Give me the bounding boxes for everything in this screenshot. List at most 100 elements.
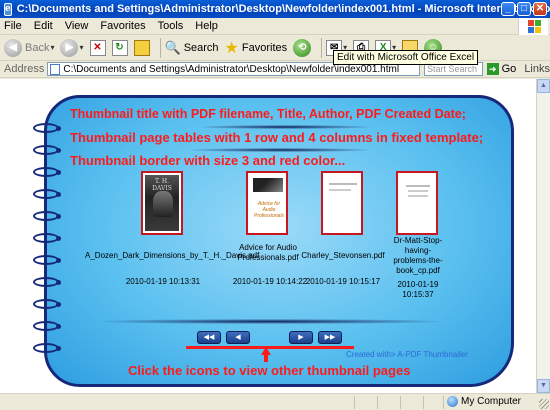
annotation-title: Thumbnail title with PDF filename, Title… — [70, 107, 466, 121]
cover-line — [406, 185, 430, 187]
annotation-border: Thumbnail border with size 3 and red col… — [70, 153, 346, 168]
thumbnail-1-cover-text: T. H. DAVIS — [152, 178, 172, 192]
address-label: Address — [4, 63, 45, 75]
thumbnail-1-filename[interactable]: A_Dozen_Dark_Dimensions_by_T._H._Davis.p… — [85, 251, 259, 261]
status-divider — [354, 396, 355, 409]
scroll-down-icon[interactable]: ▼ — [537, 379, 550, 393]
forward-dropdown-icon[interactable]: ▾ — [79, 43, 83, 52]
thumbnail-3[interactable] — [321, 171, 363, 235]
cover-line — [329, 183, 357, 185]
annotation-tables: Thumbnail page tables with 1 row and 4 c… — [70, 130, 484, 145]
thumbnail-3-filename[interactable]: Charley_Stevonsen.pdf — [300, 251, 386, 261]
toolbar-separator — [159, 37, 161, 58]
maximize-button[interactable]: □ — [517, 2, 531, 16]
forward-button[interactable]: ▶ ▾ — [60, 38, 84, 57]
cover-figure — [153, 191, 173, 217]
cover-line — [408, 190, 428, 192]
refresh-icon: ↻ — [111, 39, 128, 56]
menu-file[interactable]: File — [4, 20, 22, 32]
my-computer-icon — [447, 396, 458, 407]
first-page-button[interactable]: ◀◀ — [197, 331, 221, 344]
menu-view[interactable]: View — [65, 20, 89, 32]
status-divider — [377, 396, 378, 409]
history-button[interactable]: ⟲ — [293, 38, 312, 57]
menu-bar: File Edit View Favorites Tools Help — [0, 18, 550, 35]
favorites-label: Favorites — [241, 41, 288, 54]
search-placeholder: Start Search — [426, 64, 477, 74]
status-zone: My Computer — [447, 396, 521, 407]
page-content: Thumbnail title with PDF filename, Title… — [0, 79, 536, 393]
window-title: C:\Documents and Settings\Administrator\… — [16, 3, 550, 15]
go-button[interactable]: ➜ Go — [486, 63, 517, 75]
favorites-star-icon: ★ — [224, 39, 239, 57]
thumbnail-2[interactable]: Advice for Audio Professionals — [246, 171, 288, 235]
stop-button[interactable]: ✕ — [89, 39, 106, 56]
search-icon: 🔍 — [164, 39, 181, 55]
page-icon — [50, 63, 61, 75]
menu-help[interactable]: Help — [195, 20, 218, 32]
close-button[interactable]: ✕ — [533, 2, 547, 16]
menu-edit[interactable]: Edit — [34, 20, 53, 32]
menu-tools[interactable]: Tools — [158, 20, 184, 32]
spiral-ring — [33, 123, 61, 133]
back-label: Back — [25, 41, 50, 54]
thumbnail-4-cover — [400, 175, 434, 231]
thumbnail-1[interactable]: T. H. DAVIS — [141, 171, 183, 235]
refresh-button[interactable]: ↻ — [111, 39, 128, 56]
spiral-ring — [33, 277, 61, 287]
vertical-scrollbar[interactable]: ▲ ▼ — [536, 79, 550, 393]
previous-page-button[interactable]: ◀ — [226, 331, 250, 344]
spiral-ring — [33, 167, 61, 177]
home-icon — [133, 39, 150, 56]
spiral-ring — [33, 321, 61, 331]
thumbnail-4-date: 2010-01-19 10:15:37 — [397, 280, 439, 299]
windows-logo-icon — [518, 18, 548, 35]
next-page-button[interactable]: ▶ — [289, 331, 313, 344]
thumbnail-2-cover: Advice for Audio Professionals — [250, 175, 284, 231]
spiral-ring — [33, 211, 61, 221]
address-url: C:\Documents and Settings\Administrator\… — [63, 63, 400, 75]
toolbar-separator — [321, 37, 323, 58]
back-arrow-icon: ◀ — [4, 38, 22, 57]
cover-line — [329, 189, 351, 191]
status-bar: My Computer — [0, 393, 550, 410]
thumbnail-2-cover-text: Advice for Audio Professionals — [253, 201, 284, 219]
spiral-ring — [33, 189, 61, 199]
back-button[interactable]: ◀ Back ▾ — [4, 38, 54, 57]
scroll-up-icon[interactable]: ▲ — [537, 79, 550, 93]
favorites-button[interactable]: ★ Favorites — [225, 38, 288, 58]
thumbnail-4-filename[interactable]: Dr-Matt-Stop-having-problems-the-book_cp… — [388, 236, 448, 276]
spiral-ring — [33, 233, 61, 243]
cover-line — [408, 195, 428, 197]
last-page-button[interactable]: ▶▶ — [318, 331, 342, 344]
home-button[interactable] — [133, 39, 150, 56]
spiral-ring — [33, 343, 61, 353]
thumbnail-4[interactable] — [396, 171, 438, 235]
spiral-ring — [33, 299, 61, 309]
minimize-button[interactable]: _ — [501, 2, 515, 16]
go-label: Go — [501, 63, 517, 75]
title-bar: e C:\Documents and Settings\Administrato… — [0, 0, 550, 18]
back-dropdown-icon[interactable]: ▾ — [50, 43, 54, 52]
thumbnail-3-cover — [325, 175, 359, 231]
search-label: Search — [183, 41, 219, 54]
spiral-ring — [33, 255, 61, 265]
status-zone-label: My Computer — [461, 396, 522, 407]
divider-glow — [190, 148, 370, 152]
thumbnail-1-date: 2010-01-19 10:13:31 — [125, 277, 201, 286]
search-button[interactable]: 🔍 Search — [165, 40, 219, 56]
go-arrow-icon: ➜ — [486, 63, 499, 75]
stop-icon: ✕ — [89, 39, 106, 56]
annotation-navigation: Click the icons to view other thumbnail … — [128, 363, 411, 378]
links-button[interactable]: Links — [524, 63, 550, 75]
history-icon: ⟲ — [293, 38, 312, 57]
thumbnail-1-cover: T. H. DAVIS — [145, 175, 179, 231]
menu-favorites[interactable]: Favorites — [100, 20, 145, 32]
cover-image — [253, 178, 283, 192]
thumbnail-3-date: 2010-01-19 10:15:17 — [305, 277, 381, 286]
credit-link[interactable]: Created with> A-PDF Thumbnailer — [346, 350, 468, 359]
thumbnail-2-filename[interactable]: Advice for Audio Professionals.pdf — [236, 243, 300, 263]
forward-arrow-icon: ▶ — [60, 38, 79, 57]
divider-glow — [100, 319, 440, 324]
resize-grip-icon[interactable] — [539, 399, 549, 409]
